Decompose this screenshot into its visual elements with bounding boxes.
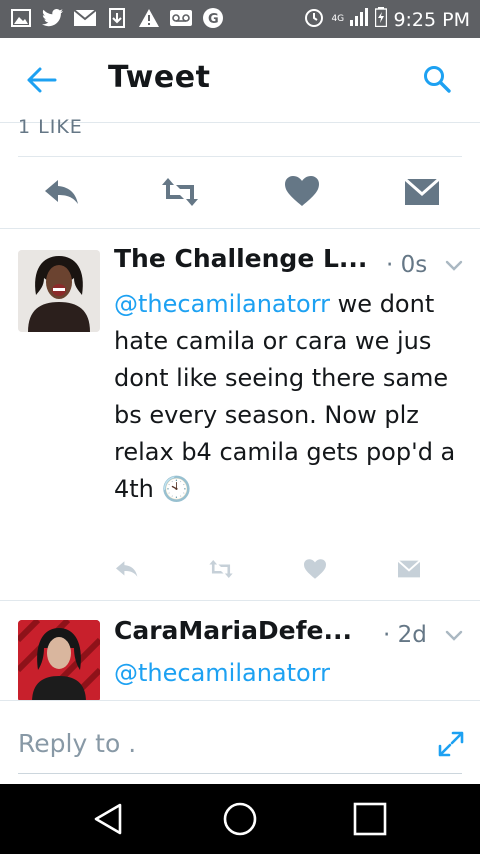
system-nav-bar [0, 784, 480, 854]
divider [0, 600, 480, 601]
voicemail-icon [170, 7, 192, 29]
tweet-actions [0, 162, 480, 226]
like-count[interactable]: 1 LIKE [18, 116, 83, 138]
retweet-icon[interactable] [208, 558, 234, 580]
tweet-text: @thecamilanatorr we dont hate camila or … [114, 286, 464, 508]
svg-text:G: G [208, 12, 219, 27]
heart-icon[interactable] [282, 172, 322, 212]
warning-icon [138, 7, 160, 29]
heart-icon[interactable] [302, 558, 328, 580]
tweet-actions [100, 558, 440, 588]
divider [0, 228, 480, 229]
direct-message-icon[interactable] [402, 172, 442, 212]
app-bar: Tweet [0, 38, 480, 123]
reply-icon[interactable] [114, 558, 140, 580]
tweet-author-name[interactable]: CaraMariaDefe... [114, 616, 352, 645]
reply-underline [18, 773, 462, 774]
retweet-icon[interactable] [160, 172, 200, 212]
status-bar: G 4G 9:25 PM [0, 0, 480, 38]
back-triangle-icon[interactable] [90, 801, 126, 837]
reply-icon[interactable] [42, 172, 82, 212]
back-arrow-icon[interactable] [26, 66, 58, 94]
chevron-down-icon[interactable] [444, 258, 464, 272]
reply-composer: Reply to . [0, 700, 480, 785]
tweet-timestamp: · 2d [383, 622, 427, 648]
reply-input[interactable]: Reply to . [18, 729, 136, 758]
chevron-down-icon[interactable] [444, 628, 464, 642]
page-title: Tweet [108, 60, 211, 95]
image-icon [10, 7, 32, 29]
search-icon[interactable] [422, 64, 452, 94]
clock-time: 9:25 PM [393, 8, 470, 31]
tweet-timestamp: · 0s [386, 252, 428, 278]
battery-icon [375, 7, 388, 32]
avatar[interactable] [18, 620, 100, 702]
mail-icon [74, 7, 96, 29]
divider [18, 156, 462, 157]
alarm-icon [303, 6, 325, 33]
tweet-body: we dont hate camila or cara we jus dont … [114, 290, 456, 503]
home-circle-icon[interactable] [222, 801, 258, 837]
network-type: 4G [331, 14, 345, 24]
google-icon: G [202, 7, 224, 29]
signal-icon [349, 8, 369, 31]
expand-icon[interactable] [438, 731, 464, 757]
avatar[interactable] [18, 250, 100, 332]
direct-message-icon[interactable] [396, 558, 422, 580]
mention-link[interactable]: @thecamilanatorr [114, 659, 330, 687]
recents-square-icon[interactable] [352, 801, 388, 837]
tweet-text: @thecamilanatorr [114, 655, 464, 692]
download-icon [106, 7, 128, 29]
twitter-icon [42, 7, 64, 29]
mention-link[interactable]: @thecamilanatorr [114, 290, 330, 318]
tweet-author-name[interactable]: The Challenge L... [114, 244, 367, 273]
